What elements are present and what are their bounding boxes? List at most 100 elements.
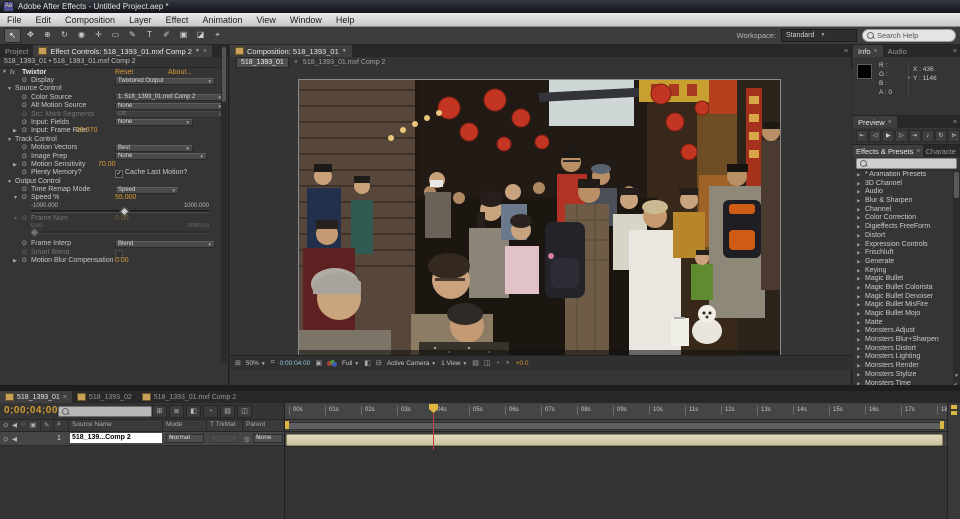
work-area-start-handle[interactable] <box>285 421 289 429</box>
layer-name[interactable]: 518_139...Comp 2 <box>70 433 162 443</box>
ep-category[interactable]: Monsters Render <box>853 362 960 371</box>
tool-rotation[interactable]: ↻ <box>57 28 72 41</box>
ep-category[interactable]: Distort <box>853 232 960 241</box>
chevron-down-icon[interactable]: ▼ <box>195 48 200 54</box>
tool-puppet[interactable]: ⌖ <box>210 28 225 41</box>
panel-menu-icon[interactable]: ≡ <box>844 45 851 57</box>
layer-audio-icon[interactable]: ◀ <box>12 435 17 443</box>
blend-mode-dropdown[interactable]: Normal▼ <box>166 434 204 443</box>
loop-button[interactable]: ↻ <box>935 130 947 142</box>
work-area-bar[interactable] <box>287 422 943 430</box>
tool-brush[interactable]: ✐ <box>159 28 174 41</box>
camera-dropdown[interactable]: Active Camera ▼ <box>387 360 436 367</box>
viewer-tab-1[interactable]: 518_1393_01 <box>236 57 289 68</box>
tab-preview[interactable]: Preview× <box>853 116 897 128</box>
parent-header[interactable]: Parent <box>246 421 265 428</box>
ec-row-display[interactable]: ʘDisplayTwixtored Output▼ <box>0 77 228 85</box>
ep-category[interactable]: Magic Bullet Denoiser <box>853 293 960 302</box>
ep-category[interactable]: Magic Bullet MisFire <box>853 301 960 310</box>
ec-row-image-prep[interactable]: ʘImage PrepNone▼ <box>0 153 228 161</box>
ep-category[interactable]: Blur & Sharpen <box>853 197 960 206</box>
ec-row-motion-blur-compensation[interactable]: ▶ʘMotion Blur Compensation0.00 <box>0 257 228 265</box>
tab-effect-controls[interactable]: Effect Controls: 518_1393_01.mxf Comp 2 … <box>33 45 212 57</box>
tool-zoom[interactable]: ⊕ <box>40 28 55 41</box>
close-icon[interactable]: × <box>888 119 892 126</box>
dropdown-time-remap-mode[interactable]: Speed▼ <box>115 187 179 194</box>
ec-row-input-fields[interactable]: ʘInput: FieldsNone▼ <box>0 119 228 127</box>
tab-info[interactable]: Info× <box>853 45 883 57</box>
menu-window[interactable]: Window <box>283 15 329 25</box>
close-icon[interactable]: × <box>916 148 920 155</box>
ep-category[interactable]: Digieffects FreeForm <box>853 223 960 232</box>
ep-category[interactable]: Magic Bullet Colorista <box>853 284 960 293</box>
close-icon[interactable]: × <box>63 394 67 401</box>
effects-presets-scrollbar[interactable]: ▼ <box>953 171 960 390</box>
ep-category[interactable]: Audio <box>853 188 960 197</box>
value-frame-num[interactable]: 0.00 <box>115 215 129 223</box>
effect-controls-scrollbar[interactable] <box>221 45 227 363</box>
timeline-tab-1[interactable]: 518_1393_01× <box>0 391 72 403</box>
reset-link[interactable]: Reset <box>115 68 133 77</box>
value-motion-sensitivity[interactable]: 70.00 <box>98 161 116 169</box>
audio-button[interactable]: ♪ <box>922 130 934 142</box>
graph-editor-icon[interactable]: ◫ <box>237 405 252 418</box>
flowchart-icon[interactable]: ⚬ <box>505 359 511 367</box>
ec-row-color-source[interactable]: ʘColor Source1. 518_1393_01.mxf Comp 2▼ <box>0 94 228 102</box>
mode-header[interactable]: Mode <box>166 421 182 428</box>
ec-row-source-control[interactable]: ▼Source Control <box>0 85 228 93</box>
current-timecode[interactable]: 0;00;04;00 <box>4 405 58 416</box>
tool-rectangle[interactable]: ▭ <box>108 28 123 41</box>
menu-file[interactable]: File <box>0 15 29 25</box>
time-ruler[interactable]: 00s01s02s03s04s05s06s07s08s09s10s11s12s1… <box>285 403 947 420</box>
ep-category[interactable]: Color Correction <box>853 214 960 223</box>
ep-category[interactable]: Monsters Stylize <box>853 371 960 380</box>
grid-guides-icon[interactable]: ⊟ <box>376 359 382 367</box>
source-name-header[interactable]: Source Name <box>72 421 112 428</box>
motion-blur-icon[interactable]: ▤ <box>220 405 235 418</box>
play-button[interactable]: ▶ <box>882 130 894 142</box>
menu-help[interactable]: Help <box>329 15 362 25</box>
ep-category[interactable]: Matte <box>853 319 960 328</box>
close-icon[interactable]: × <box>203 48 207 55</box>
ep-category[interactable]: Monsters Adjust <box>853 327 960 336</box>
tool-clone-stamp[interactable]: ▣ <box>176 28 191 41</box>
ep-category[interactable]: Frischluft <box>853 249 960 258</box>
menu-composition[interactable]: Composition <box>58 15 122 25</box>
ep-category[interactable]: * Animation Presets <box>853 171 960 180</box>
ec-row-smart-blend[interactable]: ʘSmart Blend <box>0 249 228 257</box>
timeline-tab-2[interactable]: 518_1393_02 <box>72 391 137 403</box>
panel-menu-icon[interactable]: ≡ <box>953 45 960 57</box>
close-icon[interactable]: × <box>874 48 878 55</box>
dropdown-display[interactable]: Twixtored Output▼ <box>115 78 215 85</box>
ec-row-slider[interactable]: 0.001000.00 <box>0 223 228 235</box>
tab-project[interactable]: Project <box>0 45 33 57</box>
menu-animation[interactable]: Animation <box>195 15 249 25</box>
ec-row-src-mark-segments[interactable]: ʘSrc: Mark SegmentsOff▼ <box>0 111 228 119</box>
effects-presets-search-input[interactable] <box>856 158 957 169</box>
ep-category[interactable]: Monsters Distort <box>853 345 960 354</box>
about-link[interactable]: About... <box>168 68 192 77</box>
comp-timecode[interactable]: 0:00:04:00 <box>280 360 311 367</box>
snapshot-icon[interactable]: ▣ <box>315 359 322 367</box>
tool-type[interactable]: T <box>142 28 157 41</box>
tab-composition[interactable]: Composition: 518_1393_01 ▼ <box>230 45 352 57</box>
close-icon[interactable]: × <box>294 59 298 66</box>
ep-category[interactable]: Keying <box>853 267 960 276</box>
trkmat-dropdown[interactable] <box>210 434 238 443</box>
ec-row-motion-sensitivity[interactable]: ▶ʘMotion Sensitivity70.00 <box>0 161 228 169</box>
safe-margins-icon[interactable]: ⌗ <box>271 359 275 367</box>
ec-row-frame-interp[interactable]: ʘFrame InterpBlend▼ <box>0 240 228 248</box>
timeline-scrollbar-column[interactable] <box>947 403 960 519</box>
menu-layer[interactable]: Layer <box>122 15 159 25</box>
trkmat-header[interactable]: T TrkMat <box>210 421 236 428</box>
tool-pen[interactable]: ✎ <box>125 28 140 41</box>
viewer-tab-2[interactable]: 518_1393_01.mxf Comp 2 <box>303 59 386 66</box>
composition-viewer[interactable]: ⊞ 50% ▼ ⌗ 0:00:04:00 ▣ Full ▼ ◧ ⊟ Active… <box>230 68 852 370</box>
show-channel-icon[interactable] <box>327 360 337 367</box>
to-end-button[interactable]: ⇥ <box>909 130 921 142</box>
timeline-search-input[interactable] <box>58 406 152 417</box>
composition-mini-flowchart-icon[interactable]: ⊞ <box>152 405 167 418</box>
menu-edit[interactable]: Edit <box>29 15 59 25</box>
tab-character[interactable]: Characte <box>923 145 957 157</box>
tab-effects-presets[interactable]: Effects & Presets× <box>853 145 923 157</box>
